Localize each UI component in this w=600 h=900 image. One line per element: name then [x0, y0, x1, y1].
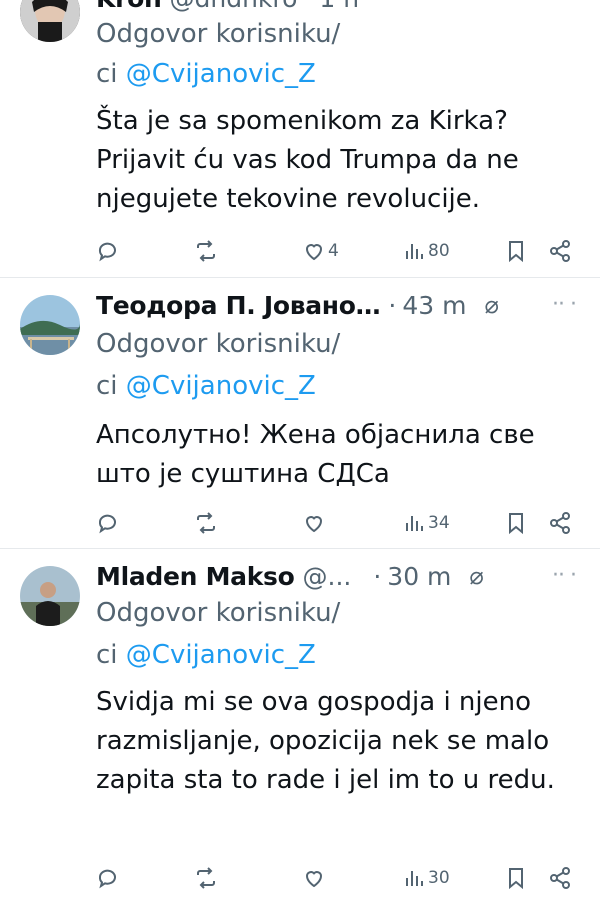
- mention-link[interactable]: @Cvijanovic_Z: [126, 59, 316, 89]
- share-icon: [550, 512, 570, 534]
- avatar[interactable]: [20, 295, 80, 355]
- avatar-image: [20, 0, 80, 42]
- reply-prefix-2: ci: [96, 371, 118, 401]
- like-count: 4: [328, 241, 339, 261]
- handle[interactable]: @...: [303, 562, 352, 591]
- repost-button[interactable]: [194, 861, 218, 895]
- views-button[interactable]: 34: [402, 506, 450, 540]
- tweet-2[interactable]: Теодора П. Јовано… · 43 m ⌀ ·· · Odgovor…: [0, 278, 600, 548]
- reply-prefix: Odgovor korisniku/: [96, 19, 341, 49]
- avatar[interactable]: [20, 566, 80, 626]
- reply-icon: [98, 869, 116, 889]
- view-count: 30: [428, 868, 450, 888]
- tweet-3[interactable]: Mladen Makso @... · 30 m ⌀ ·· · Odgovor …: [0, 549, 600, 900]
- share-icon: [550, 240, 570, 262]
- like-button[interactable]: [302, 861, 328, 895]
- bookmark-button[interactable]: [504, 861, 528, 895]
- reply-prefix-2: ci: [96, 640, 118, 670]
- like-button[interactable]: [302, 506, 328, 540]
- reply-button[interactable]: [96, 234, 120, 268]
- share-button[interactable]: [548, 861, 572, 895]
- bookmark-button[interactable]: [504, 234, 528, 268]
- avatar-image: [20, 566, 80, 626]
- tweet-text: Šta je sa spomenikom za Kirka? Prijavit …: [96, 106, 519, 214]
- views-icon: [406, 244, 423, 259]
- mention-link[interactable]: @Cvijanovic_Z: [126, 640, 316, 670]
- tweet-text: Svidja mi se ova gospodja i njeno razmis…: [96, 687, 555, 795]
- reply-button[interactable]: [96, 506, 120, 540]
- edited-icon: ⌀: [469, 562, 484, 590]
- reply-icon: [98, 242, 116, 262]
- timestamp[interactable]: 30 m: [387, 562, 451, 591]
- display-name[interactable]: Mladen Makso: [96, 562, 295, 591]
- avatar-image: [20, 295, 80, 355]
- reply-prefix-2: ci: [96, 59, 118, 89]
- action-bar: 34: [96, 506, 576, 540]
- reply-prefix: Odgovor korisniku/: [96, 329, 341, 359]
- repost-icon: [197, 240, 215, 262]
- tweet-header: Mladen Makso @... · 30 m ⌀: [96, 556, 580, 596]
- heart-icon: [305, 244, 323, 261]
- reply-button[interactable]: [96, 861, 120, 895]
- tweet-text: Апсолутно! Жена објаснила све што је суш…: [96, 420, 535, 489]
- repost-icon: [197, 512, 215, 534]
- timestamp[interactable]: 1 h: [319, 0, 359, 13]
- display-name[interactable]: Kron: [96, 0, 162, 13]
- reply-context-line2: ci @Cvijanovic_Z: [96, 366, 580, 406]
- repost-icon: [197, 867, 215, 889]
- tweet-1[interactable]: Kron @dndhkro · 1 h Odgovor korisniku/ c…: [0, 0, 600, 275]
- heart-icon: [305, 516, 323, 533]
- reply-prefix: Odgovor korisniku/: [96, 598, 341, 628]
- handle[interactable]: @dndhkro: [169, 0, 297, 13]
- separator-dot: ·: [388, 290, 397, 320]
- reply-context: Odgovor korisniku/: [96, 593, 580, 633]
- edited-icon: ⌀: [484, 291, 499, 319]
- bookmark-icon: [509, 241, 523, 263]
- bookmark-icon: [509, 513, 523, 535]
- view-count: 34: [428, 513, 450, 533]
- repost-button[interactable]: [194, 506, 218, 540]
- avatar[interactable]: [20, 0, 80, 42]
- reply-context-line2: ci @Cvijanovic_Z: [96, 635, 580, 675]
- repost-button[interactable]: [194, 234, 218, 268]
- reply-icon: [98, 514, 116, 534]
- action-bar: 4 80: [96, 234, 576, 268]
- mention-link[interactable]: @Cvijanovic_Z: [126, 371, 316, 401]
- reply-context-line2: ci @Cvijanovic_Z: [96, 54, 580, 94]
- separator-dot: ·: [373, 561, 382, 591]
- timestamp[interactable]: 43 m: [402, 291, 466, 320]
- share-button[interactable]: [548, 234, 572, 268]
- display-name[interactable]: Теодора П. Јовано…: [96, 291, 381, 320]
- separator-dot: ·: [305, 0, 313, 13]
- reply-context: Odgovor korisniku/: [96, 14, 580, 54]
- bookmark-icon: [509, 868, 523, 890]
- views-button[interactable]: 30: [402, 861, 450, 895]
- views-icon: [406, 516, 423, 531]
- bookmark-button[interactable]: [504, 506, 528, 540]
- views-button[interactable]: 80: [402, 234, 450, 268]
- views-icon: [406, 871, 423, 886]
- reply-context: Odgovor korisniku/: [96, 324, 580, 364]
- more-icon[interactable]: ·· ·: [552, 563, 577, 588]
- like-button[interactable]: 4: [302, 234, 339, 268]
- share-button[interactable]: [548, 506, 572, 540]
- tweet-header: Теодора П. Јовано… · 43 m ⌀: [96, 285, 580, 325]
- view-count: 80: [428, 241, 450, 261]
- action-bar: 30: [96, 861, 576, 895]
- more-icon[interactable]: ·· ·: [552, 292, 577, 317]
- share-icon: [550, 867, 570, 889]
- heart-icon: [305, 871, 323, 888]
